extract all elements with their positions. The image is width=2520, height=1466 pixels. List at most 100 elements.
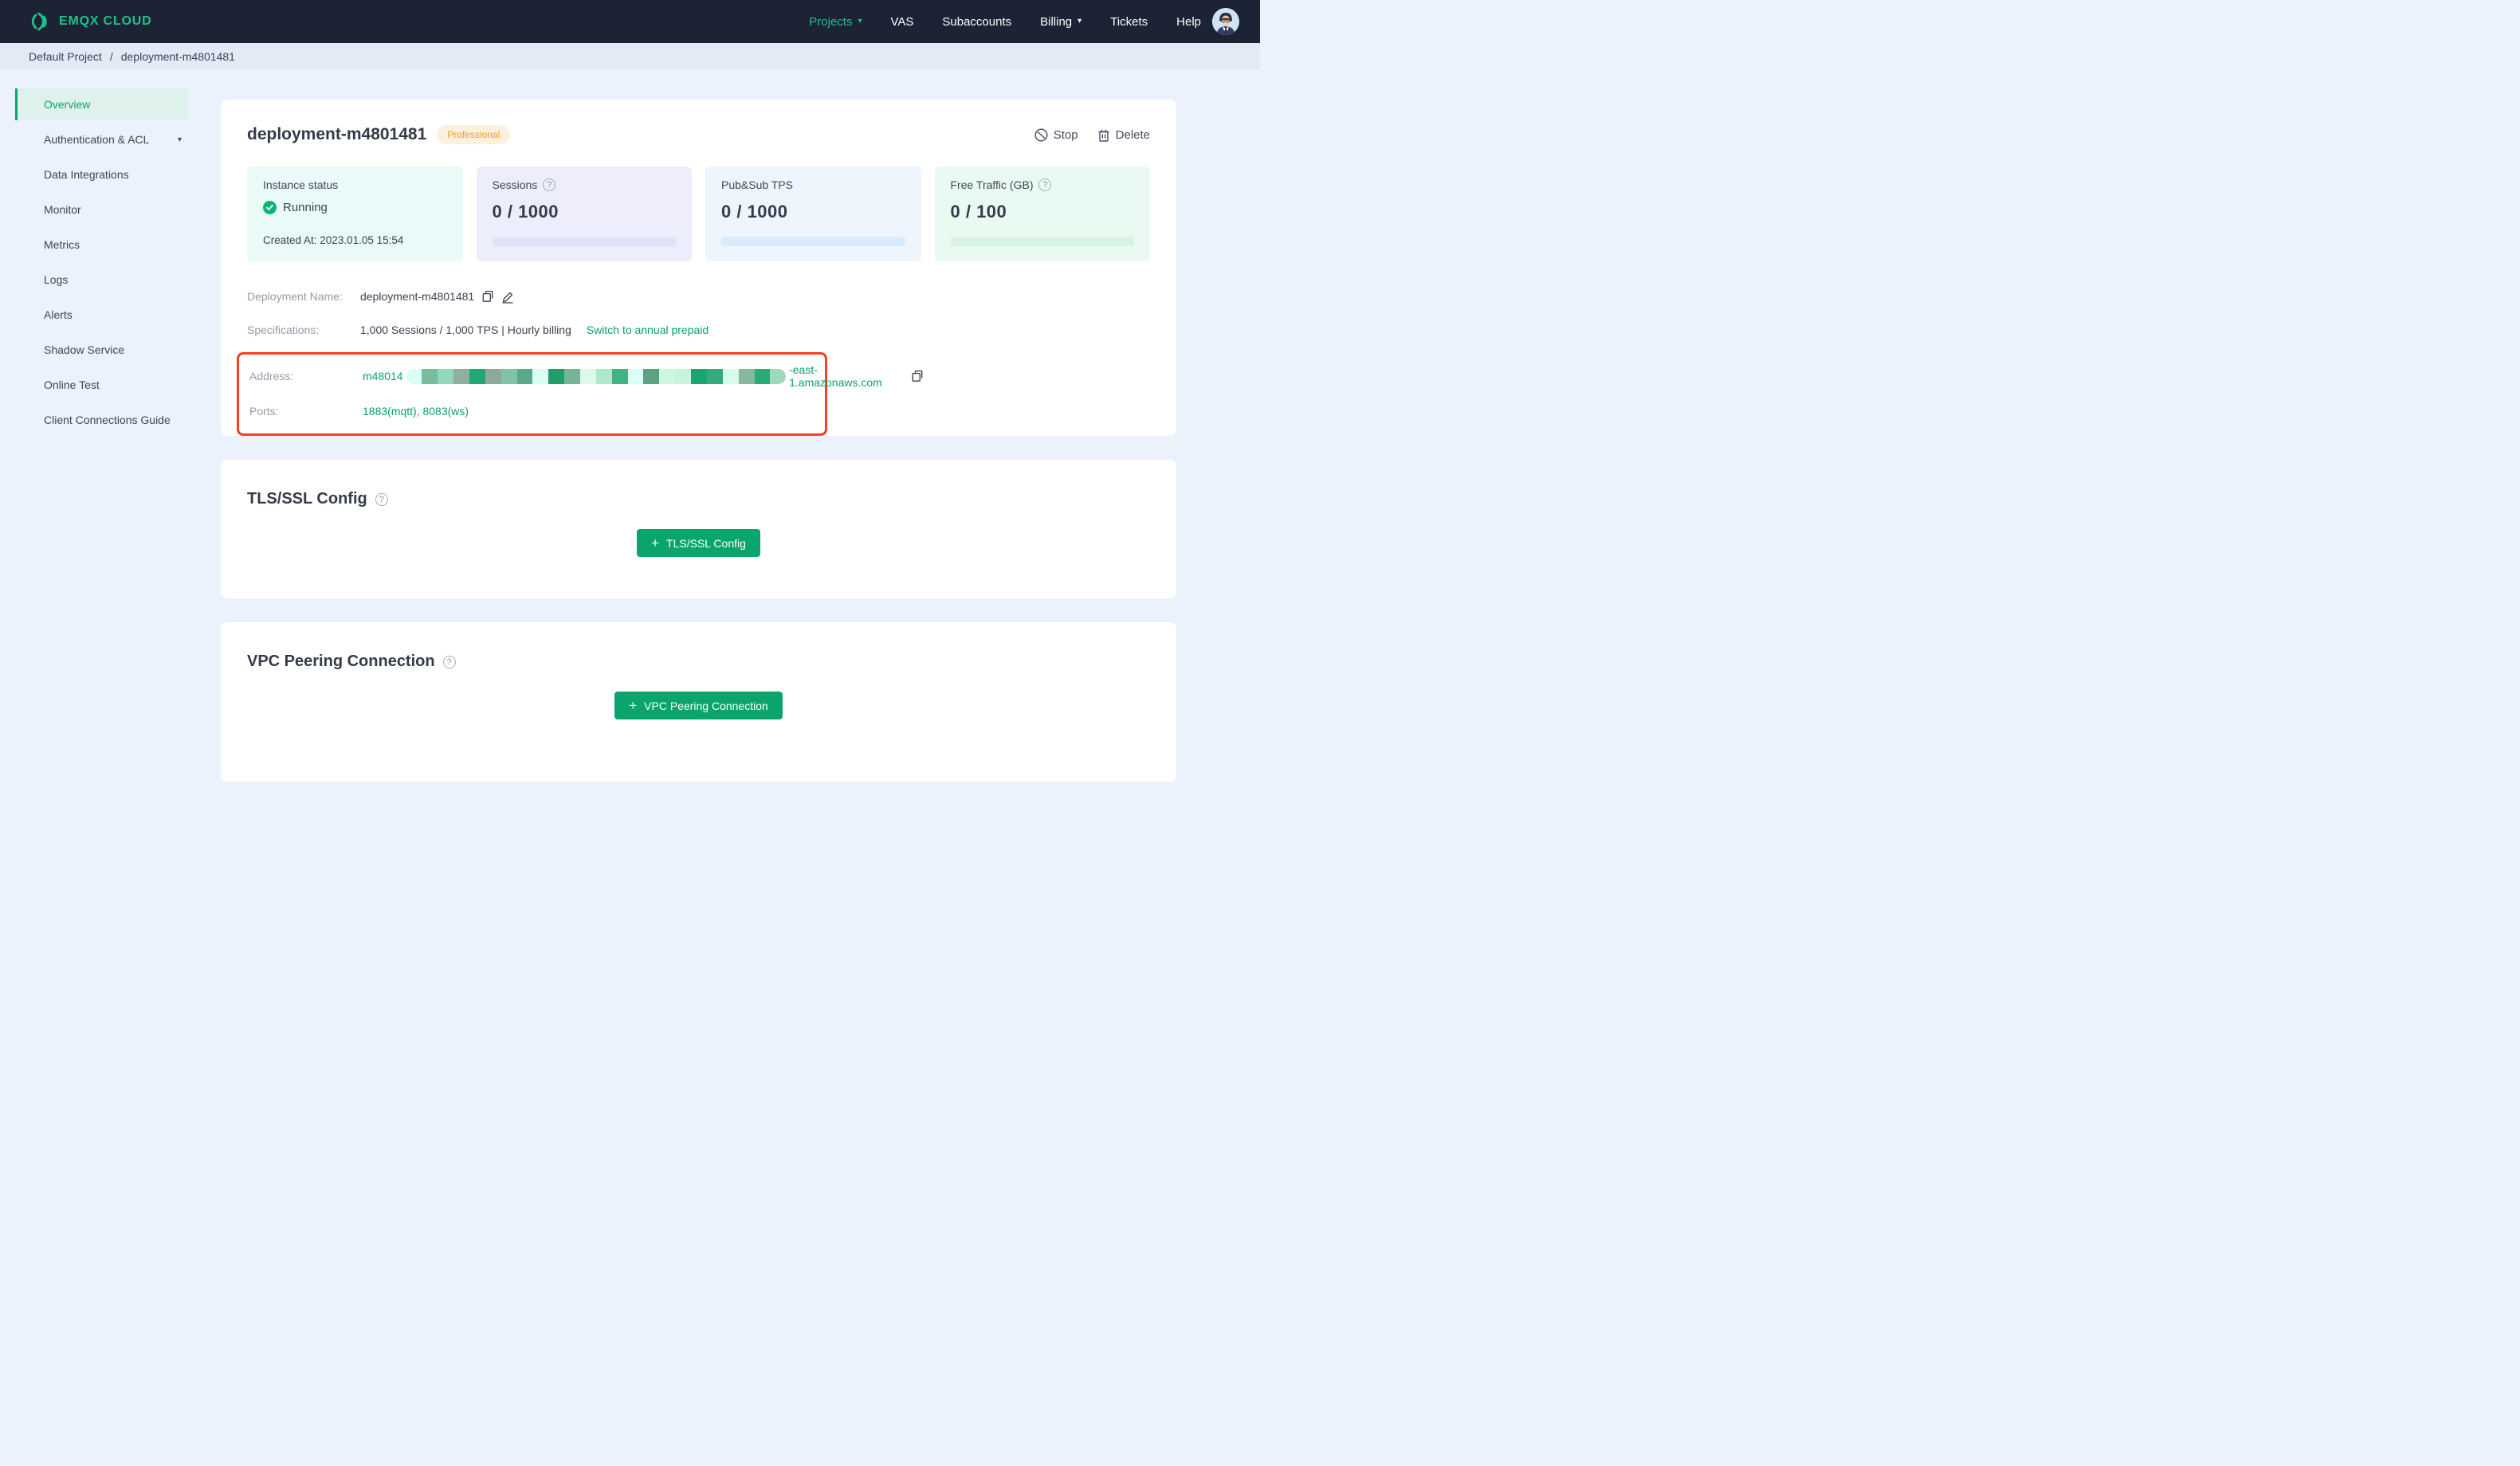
sidebar-item-alerts[interactable]: Alerts (15, 299, 188, 331)
nav-item-label: Billing (1040, 14, 1073, 29)
help-icon[interactable]: ? (1038, 178, 1052, 191)
top-nav: Projects ▾ VAS Subaccounts Billing ▾ Tic… (809, 15, 1201, 29)
add-tls-ssl-config-label: TLS/SSL Config (666, 536, 746, 550)
add-tls-ssl-config-button[interactable]: + TLS/SSL Config (637, 529, 760, 557)
stop-button-label: Stop (1053, 127, 1078, 142)
sidebar-item-monitor[interactable]: Monitor (15, 194, 188, 225)
tls-section-title: TLS/SSL Config (247, 490, 367, 508)
sidebar-item-authentication-acl[interactable]: Authentication & ACL ▾ (15, 123, 188, 155)
stat-progress-bar (721, 237, 905, 246)
stat-progress-bar (950, 237, 1134, 246)
stat-card: Free Traffic (GB) ? 0 / 100 (934, 167, 1150, 261)
switch-annual-prepaid-link[interactable]: Switch to annual prepaid (587, 323, 709, 336)
chevron-down-icon: ▾ (858, 17, 862, 25)
stat-card-status: Instance status Running Created At: 2023… (247, 167, 463, 261)
ban-icon (1034, 127, 1048, 142)
deployment-overview-card: deployment-m4801481 Professional Stop De… (221, 100, 1176, 436)
stat-label: Free Traffic (GB) (950, 178, 1034, 191)
trash-icon (1097, 128, 1110, 142)
address-row: Address: m48014 -east-1.amazonaws.com (249, 363, 923, 389)
deployment-details: Deployment Name: deployment-m4801481 Spe… (237, 285, 1150, 436)
stat-label: Instance status (263, 178, 339, 191)
sidebar-item-label: Shadow Service (44, 343, 125, 356)
sidebar-item-client-connections-guide[interactable]: Client Connections Guide (15, 404, 188, 436)
sidebar-item-label: Online Test (44, 378, 100, 391)
vpc-peering-card: VPC Peering Connection ? + VPC Peering C… (221, 622, 1176, 782)
sidebar-item-shadow-service[interactable]: Shadow Service (15, 334, 188, 366)
specifications-label: Specifications: (247, 323, 320, 336)
help-icon[interactable]: ? (442, 655, 456, 668)
ports-value: 1883(mqtt), 8083(ws) (363, 405, 469, 417)
specifications-row: Specifications: 1,000 Sessions / 1,000 T… (247, 319, 1150, 341)
ports-label: Ports: (249, 405, 279, 417)
delete-button-label: Delete (1115, 127, 1150, 142)
nav-item-vas[interactable]: VAS (890, 15, 913, 29)
pencil-icon (501, 290, 514, 304)
delete-button[interactable]: Delete (1097, 128, 1150, 142)
nav-item-tickets[interactable]: Tickets (1110, 15, 1148, 29)
address-label: Address: (249, 370, 294, 382)
add-vpc-peering-button[interactable]: + VPC Peering Connection (614, 692, 783, 719)
nav-item-label: Tickets (1110, 14, 1148, 29)
help-icon[interactable]: ? (375, 492, 388, 506)
sidebar-item-label: Monitor (44, 203, 81, 216)
nav-item-billing[interactable]: Billing ▾ (1040, 15, 1081, 29)
stats-row: Instance status Running Created At: 2023… (247, 167, 1150, 261)
add-vpc-peering-label: VPC Peering Connection (644, 699, 768, 712)
stat-value: 0 / 1000 (721, 202, 788, 221)
nav-item-help[interactable]: Help (1176, 15, 1201, 29)
deployment-name-label: Deployment Name: (247, 290, 343, 303)
deployment-name-value: deployment-m4801481 (360, 290, 475, 303)
deployment-actions: Stop Delete (1034, 128, 1150, 142)
created-at: Created At: 2023.01.05 15:54 (263, 234, 404, 246)
chevron-down-icon: ▾ (1077, 17, 1082, 25)
vpc-section-title: VPC Peering Connection (247, 653, 435, 670)
chevron-down-icon: ▾ (177, 135, 182, 144)
emqx-logo-icon (29, 10, 51, 33)
sidebar-item-label: Client Connections Guide (44, 414, 171, 426)
plan-badge: Professional (437, 125, 511, 144)
nav-item-projects[interactable]: Projects ▾ (809, 15, 862, 29)
brand[interactable]: EMQX CLOUD (29, 10, 151, 33)
sidebar-item-label: Overview (44, 98, 91, 111)
page-title: deployment-m4801481 (247, 125, 427, 143)
brand-name: EMQX CLOUD (59, 14, 152, 28)
sidebar-item-overview[interactable]: Overview (15, 88, 188, 120)
copy-address-button[interactable] (911, 370, 924, 382)
nav-item-label: Help (1176, 14, 1201, 29)
stat-card: Pub&Sub TPS 0 / 1000 (705, 167, 921, 261)
stat-progress-bar (492, 237, 676, 246)
check-circle-icon (263, 201, 277, 214)
copy-icon (911, 370, 924, 382)
breadcrumb-project[interactable]: Default Project (29, 50, 102, 63)
edit-deployment-name-button[interactable] (501, 290, 514, 304)
nav-item-label: Projects (809, 14, 853, 29)
deployment-name-row: Deployment Name: deployment-m4801481 (247, 285, 1150, 308)
breadcrumb-separator: / (109, 49, 113, 63)
stat-value: 0 / 100 (950, 202, 1007, 221)
breadcrumb: Default Project / deployment-m4801481 (0, 43, 1260, 69)
address-suffix: -east-1.amazonaws.com (789, 363, 882, 389)
sidebar-item-data-integrations[interactable]: Data Integrations (15, 159, 188, 190)
address-prefix: m48014 (363, 370, 403, 382)
sidebar-item-logs[interactable]: Logs (15, 264, 188, 296)
avatar[interactable] (1212, 8, 1239, 35)
deployment-header: deployment-m4801481 Professional Stop De… (247, 100, 1150, 144)
stat-label: Pub&Sub TPS (721, 178, 794, 191)
sidebar-item-label: Metrics (44, 238, 80, 251)
breadcrumb-deployment: deployment-m4801481 (120, 49, 235, 63)
sidebar-item-metrics[interactable]: Metrics (15, 229, 188, 261)
specifications-value: 1,000 Sessions / 1,000 TPS | Hourly bill… (360, 323, 571, 336)
sidebar-item-label: Authentication & ACL (44, 133, 150, 146)
copy-deployment-name-button[interactable] (481, 290, 494, 303)
sidebar-item-online-test[interactable]: Online Test (15, 369, 188, 401)
nav-item-label: VAS (890, 14, 914, 29)
nav-item-label: Subaccounts (942, 14, 1012, 29)
nav-item-subaccounts[interactable]: Subaccounts (942, 15, 1011, 29)
annotation-highlight-box: Address: m48014 -east-1.amazonaws.com Po… (237, 352, 923, 436)
stop-button[interactable]: Stop (1034, 128, 1078, 142)
stat-value: 0 / 1000 (492, 202, 559, 221)
stat-label: Sessions (492, 178, 538, 191)
ports-row: Ports: 1883(mqtt), 8083(ws) (249, 400, 825, 422)
help-icon[interactable]: ? (543, 178, 556, 191)
